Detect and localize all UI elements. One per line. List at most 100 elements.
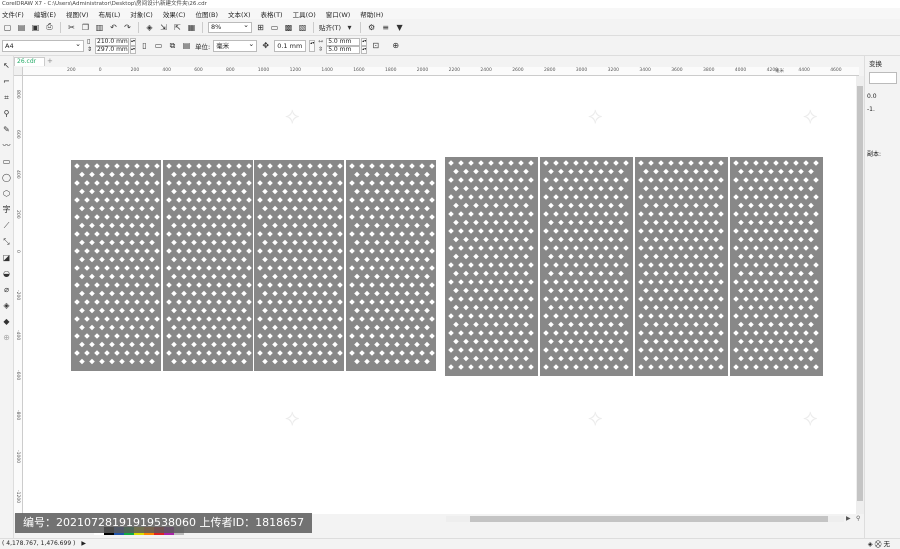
- horizontal-ruler[interactable]: 200 0 200 400 600 800 1000 1200 1400 1600 1800 2000…: [23, 67, 859, 76]
- spinner-icon[interactable]: ▴▾: [361, 37, 368, 46]
- horizontal-scroll-thumb[interactable]: [470, 516, 828, 522]
- menu-window[interactable]: 窗口(W): [326, 9, 351, 19]
- dup-y-field[interactable]: 5.0 mm: [326, 45, 361, 54]
- transform-y-value[interactable]: -1.: [865, 103, 900, 116]
- cutout-shape: [134, 333, 140, 339]
- units-select[interactable]: 毫米: [213, 39, 258, 52]
- transform-position-field[interactable]: [869, 72, 897, 84]
- publish-pdf-icon[interactable]: ▦: [186, 22, 197, 33]
- vertical-scrollbar[interactable]: [856, 76, 864, 514]
- menu-tools[interactable]: 工具(O): [293, 9, 316, 19]
- application-launcher-icon[interactable]: ▼: [394, 22, 405, 33]
- all-pages-icon[interactable]: ⧉: [167, 40, 178, 51]
- ellipse-tool-icon[interactable]: ◯: [1, 170, 13, 186]
- drop-shadow-icon[interactable]: ◪: [1, 250, 13, 266]
- right-panel-group[interactable]: [445, 157, 823, 376]
- search-content-icon[interactable]: ◈: [144, 22, 155, 33]
- perforated-panel[interactable]: [71, 160, 161, 371]
- text-tool-icon[interactable]: 字: [1, 202, 13, 218]
- rectangle-tool-icon[interactable]: ▭: [1, 154, 13, 170]
- cut-icon[interactable]: ✂: [66, 22, 77, 33]
- perforated-panel[interactable]: [163, 160, 253, 371]
- paste-icon[interactable]: ▥: [94, 22, 105, 33]
- document-tab[interactable]: 26.cdr: [14, 57, 46, 66]
- redo-icon[interactable]: ↷: [122, 22, 133, 33]
- menu-object[interactable]: 对象(C): [130, 9, 153, 19]
- smart-fill-icon[interactable]: ◆: [1, 314, 13, 330]
- open-folder-icon[interactable]: ▤: [16, 22, 27, 33]
- vertical-scroll-thumb[interactable]: [857, 86, 863, 501]
- grid-icon[interactable]: ▩: [283, 22, 294, 33]
- nudge-distance-field[interactable]: 0.1 mm: [274, 39, 307, 52]
- menu-layout[interactable]: 布局(L): [99, 9, 121, 19]
- pick-tool-icon[interactable]: ↖: [1, 58, 13, 74]
- nudge-icon: ✥: [262, 41, 270, 50]
- spinner-icon[interactable]: ▴▾: [361, 45, 368, 54]
- perforated-panel[interactable]: [540, 157, 633, 376]
- chevron-down-icon[interactable]: ▾: [344, 22, 355, 33]
- menu-edit[interactable]: 编辑(E): [34, 9, 56, 19]
- copy-icon[interactable]: ❐: [80, 22, 91, 33]
- dup-x-field[interactable]: 5.0 mm: [326, 37, 361, 46]
- rulers-icon[interactable]: ▭: [269, 22, 280, 33]
- perforated-panel[interactable]: [254, 160, 344, 371]
- guidelines-icon[interactable]: ▧: [297, 22, 308, 33]
- menu-help[interactable]: 帮助(H): [360, 9, 383, 19]
- landscape-icon[interactable]: ▭: [153, 40, 164, 51]
- page-height-field[interactable]: 297.0 mm: [95, 45, 129, 54]
- add-tool-icon[interactable]: ⊕: [1, 330, 13, 346]
- menu-effects[interactable]: 效果(C): [163, 9, 186, 19]
- parallel-dimension-icon[interactable]: ⟋: [1, 218, 13, 234]
- spinner-icon[interactable]: ▴▾: [130, 37, 136, 46]
- shape-tool-icon[interactable]: ⌐: [1, 74, 13, 90]
- treat-as-filled-icon[interactable]: ⊡: [370, 40, 381, 51]
- menu-bitmaps[interactable]: 位图(B): [195, 9, 218, 19]
- page-width-field[interactable]: 210.0 mm: [95, 37, 129, 46]
- artistic-media-icon[interactable]: 〰: [1, 138, 13, 154]
- full-screen-icon[interactable]: ⊞: [255, 22, 266, 33]
- print-icon[interactable]: ⎙: [44, 22, 55, 33]
- add-icon[interactable]: ⊕: [390, 40, 401, 51]
- perforated-panel[interactable]: [445, 157, 538, 376]
- new-tab-icon[interactable]: +: [47, 57, 53, 65]
- current-page-icon[interactable]: ▤: [181, 40, 192, 51]
- eyedropper-icon[interactable]: ⌀: [1, 282, 13, 298]
- zoom-view-icon[interactable]: ⚲: [856, 515, 860, 522]
- interactive-fill-icon[interactable]: ◈: [1, 298, 13, 314]
- connector-tool-icon[interactable]: ⤡: [1, 234, 13, 250]
- drawing-canvas[interactable]: ⟡ ⟡ ⟡ ⟡ ⟡ ⟡: [23, 76, 856, 514]
- export-icon[interactable]: ⇱: [172, 22, 183, 33]
- perforated-panel[interactable]: [635, 157, 728, 376]
- left-panel-group[interactable]: [71, 160, 436, 371]
- new-document-icon[interactable]: ▢: [2, 22, 13, 33]
- fill-status[interactable]: ◈ ⛒ 无: [868, 539, 890, 549]
- cutout-shape: [414, 307, 420, 314]
- zoom-tool-icon[interactable]: ⚲: [1, 106, 13, 122]
- menu-view[interactable]: 视图(V): [66, 9, 89, 19]
- play-icon[interactable]: ▶: [81, 540, 86, 547]
- portrait-icon[interactable]: ▯: [139, 40, 150, 51]
- paper-size-select[interactable]: A4: [2, 39, 84, 52]
- zoom-level-select[interactable]: 8%: [208, 21, 252, 33]
- menu-text[interactable]: 文本(X): [228, 9, 251, 19]
- import-icon[interactable]: ⇲: [158, 22, 169, 33]
- snap-to-menu[interactable]: 贴齐(T): [319, 22, 341, 32]
- perforated-panel[interactable]: [346, 160, 436, 371]
- menu-file[interactable]: 文件(F): [2, 9, 24, 19]
- transform-x-value[interactable]: 0.0: [865, 90, 900, 103]
- transparency-icon[interactable]: ◒: [1, 266, 13, 282]
- align-icon[interactable]: ≡: [380, 22, 391, 33]
- options-icon[interactable]: ⚙: [366, 22, 377, 33]
- perforated-panel[interactable]: [730, 157, 823, 376]
- spinner-icon[interactable]: ▴▾: [130, 45, 136, 54]
- ruler-origin[interactable]: [14, 67, 23, 76]
- undo-icon[interactable]: ↶: [108, 22, 119, 33]
- freehand-tool-icon[interactable]: ✎: [1, 122, 13, 138]
- polygon-tool-icon[interactable]: ⬡: [1, 186, 13, 202]
- crop-tool-icon[interactable]: ⌗: [1, 90, 13, 106]
- save-icon[interactable]: ▣: [30, 22, 41, 33]
- spinner-icon[interactable]: ▴▾: [309, 39, 316, 52]
- vertical-ruler[interactable]: 800 600 400 200 0 -200 -400 -600 -800 -1000 -1200: [14, 76, 23, 514]
- scroll-right-icon[interactable]: ▶: [846, 515, 851, 522]
- menu-table[interactable]: 表格(T): [261, 9, 283, 19]
